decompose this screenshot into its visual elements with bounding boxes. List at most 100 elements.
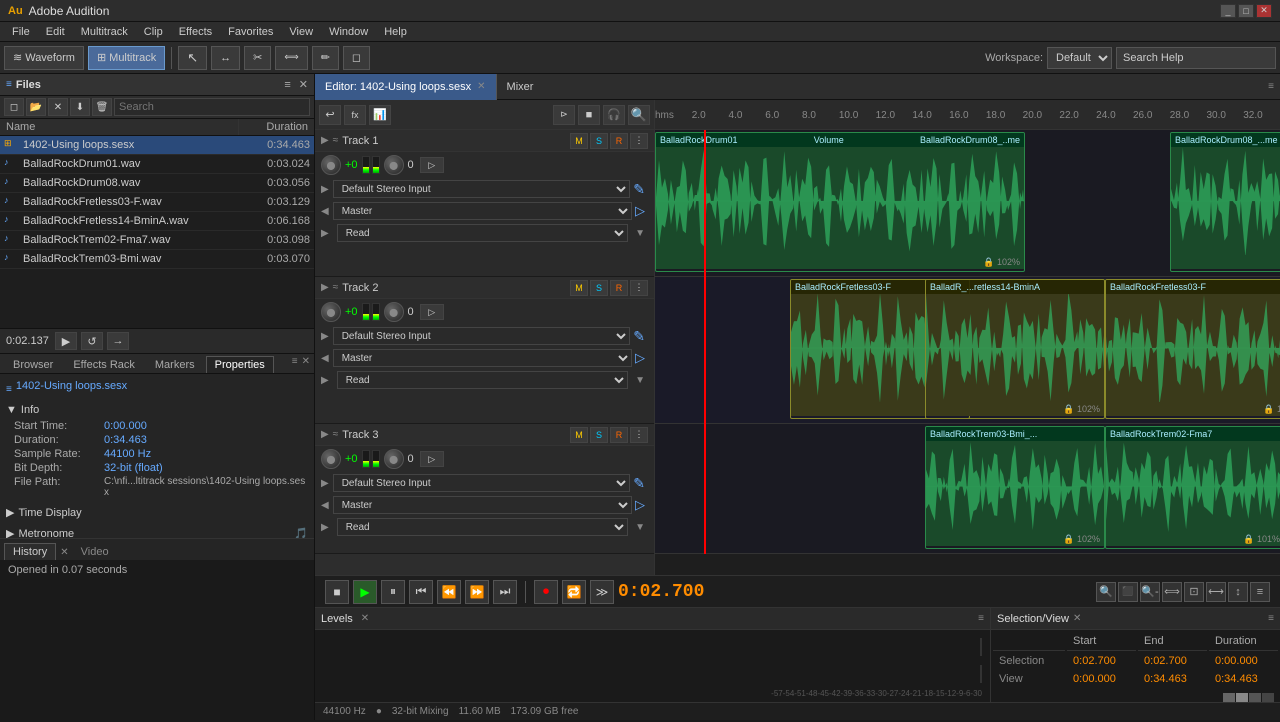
file-item[interactable]: ⊞ 1402-Using loops.sesx 0:34.463 (0, 136, 314, 155)
track-mode-dropdown-2[interactable]: ▼ (632, 375, 648, 386)
close-button[interactable]: ✕ (1256, 4, 1272, 18)
menu-help[interactable]: Help (376, 24, 415, 40)
workspace-select[interactable]: Default (1047, 47, 1112, 69)
track-arm-1[interactable]: R (610, 133, 628, 149)
levels-options[interactable]: ≡ (978, 613, 984, 624)
ruler-toggle1[interactable]: ⊳ (553, 105, 575, 125)
track-volume-knob-1[interactable]: ⬤ (321, 155, 341, 175)
sv-view-start[interactable]: 0:00.000 (1067, 671, 1136, 687)
track-pan-knob-1[interactable]: ⬤ (384, 155, 404, 175)
prop-section-info-header[interactable]: ▼ Info (6, 404, 308, 416)
menu-edit[interactable]: Edit (38, 24, 73, 40)
playback-play-btn[interactable]: ▶ (55, 332, 77, 350)
track-output-edit-3[interactable]: ▷ (632, 497, 648, 513)
clip-3-2[interactable]: BalladRockTrem02-Fma7 🔒 101% (1105, 426, 1280, 549)
tab-markers[interactable]: Markers (146, 356, 204, 373)
zoom-out-v-btn[interactable]: ↕ (1228, 582, 1248, 602)
new-file-btn[interactable]: ◻ (4, 98, 24, 116)
transport-nudge[interactable]: ≫ (590, 580, 614, 604)
track-mode-select-2[interactable]: Read (337, 371, 628, 389)
sv-close[interactable]: ✕ (1073, 613, 1081, 624)
files-panel-options[interactable]: ≡ (284, 79, 290, 91)
sv-selection-end[interactable]: 0:02.700 (1138, 653, 1207, 669)
levels-close[interactable]: ✕ (361, 613, 369, 624)
track-expand-2[interactable]: ▶ (321, 282, 329, 293)
video-tab[interactable]: Video (73, 544, 117, 560)
track-mode-select-1[interactable]: Read (337, 224, 628, 242)
track-input-select-1[interactable]: Default Stereo Input (333, 180, 631, 198)
ruler-toggle2[interactable]: ■ (578, 105, 600, 125)
open-file-btn[interactable]: 📂 (26, 98, 46, 116)
track-volume-knob-2[interactable]: ⬤ (321, 302, 341, 322)
cut-tool[interactable]: ✂ (244, 46, 271, 70)
zoom-sel-btn[interactable]: ⊡ (1184, 582, 1204, 602)
zoom-in-btn[interactable]: 🔍 (1096, 582, 1116, 602)
transport-ff[interactable]: ⏩ (465, 580, 489, 604)
track-solo-3[interactable]: S (590, 427, 608, 443)
track-pan-knob-2[interactable]: ⬤ (384, 302, 404, 322)
ruler-fx[interactable]: fx (344, 105, 366, 125)
files-search-input[interactable] (114, 98, 310, 116)
ruler-zoom-in[interactable]: 🔍 (628, 105, 650, 125)
menu-multitrack[interactable]: Multitrack (73, 24, 136, 40)
search-help-input[interactable] (1116, 47, 1276, 69)
ruler-headphone[interactable]: 🎧 (603, 105, 625, 125)
track-output-select-1[interactable]: Master (333, 202, 632, 220)
file-item[interactable]: ♪ BalladRockTrem03-Bmi.wav 0:03.070 (0, 250, 314, 269)
prop-section-time-header[interactable]: ▶ Time Display (6, 506, 308, 519)
track-output-edit-2[interactable]: ▷ (632, 350, 648, 366)
menu-view[interactable]: View (281, 24, 321, 40)
slip-tool[interactable]: ⟺ (275, 46, 307, 70)
lower-panel-close[interactable]: ✕ (302, 356, 310, 373)
transport-prev[interactable]: ⏮ (409, 580, 433, 604)
clip-2-3[interactable]: BalladRockFretless03-F 🔒 102% (1105, 279, 1280, 419)
track-expand-3[interactable]: ▶ (321, 429, 329, 440)
menu-effects[interactable]: Effects (171, 24, 220, 40)
track-output-select-3[interactable]: Master (333, 496, 632, 514)
track-input-edit-1[interactable]: ✎ (630, 181, 648, 198)
file-item[interactable]: ♪ BalladRockDrum01.wav 0:03.024 (0, 155, 314, 174)
file-item[interactable]: ♪ BalladRockTrem02-Fma7.wav 0:03.098 (0, 231, 314, 250)
zoom-tracks-btn[interactable]: ≡ (1250, 582, 1270, 602)
ruler-return[interactable]: ↩ (319, 105, 341, 125)
minimize-button[interactable]: _ (1220, 4, 1236, 18)
toolbar-multitrack[interactable]: ⊞ Multitrack (88, 46, 165, 70)
prop-section-metronome-header[interactable]: ▶ Metronome 🎵 (6, 527, 308, 538)
editor-tab-close[interactable]: ✕ (477, 81, 485, 92)
move-tool[interactable]: ↔ (211, 46, 240, 70)
track-arm-2[interactable]: R (610, 280, 628, 296)
clip-1-3[interactable]: BalladRockDrum08_...me 🔒 104% (1170, 132, 1280, 272)
sv-view-end[interactable]: 0:34.463 (1138, 671, 1207, 687)
track-mode-dropdown-1[interactable]: ▼ (632, 228, 648, 239)
transport-pause[interactable]: ⏸ (381, 580, 405, 604)
clip-2-2[interactable]: BalladR_...retless14-BminA 🔒 102% (925, 279, 1105, 419)
file-item[interactable]: ♪ BalladRockFretless03-F.wav 0:03.129 (0, 193, 314, 212)
track-mode-select-3[interactable]: Read (337, 518, 628, 536)
file-item[interactable]: ♪ BalladRockDrum08.wav 0:03.056 (0, 174, 314, 193)
track-mute-2[interactable]: M (570, 280, 588, 296)
maximize-button[interactable]: □ (1238, 4, 1254, 18)
zoom-out-btn[interactable]: 🔍- (1140, 582, 1160, 602)
menu-file[interactable]: File (4, 24, 38, 40)
sv-selection-start[interactable]: 0:02.700 (1067, 653, 1136, 669)
track-solo-1[interactable]: S (590, 133, 608, 149)
transport-rewind[interactable]: ⏪ (437, 580, 461, 604)
track-input-edit-3[interactable]: ✎ (630, 475, 648, 492)
erase-tool[interactable]: ◻ (343, 46, 370, 70)
sv-view-duration[interactable]: 0:34.463 (1209, 671, 1278, 687)
transport-loop[interactable]: 🔁 (562, 580, 586, 604)
transport-record[interactable]: ⏺ (534, 580, 558, 604)
track-output-btn-1[interactable]: ▷ (420, 157, 444, 173)
zoom-in-v-btn[interactable]: ⬛ (1118, 582, 1138, 602)
track-input-select-3[interactable]: Default Stereo Input (333, 474, 631, 492)
close-file-btn[interactable]: ✕ (48, 98, 68, 116)
mixer-tab[interactable]: Mixer (497, 74, 544, 100)
menu-clip[interactable]: Clip (136, 24, 171, 40)
track-more-2[interactable]: ⋮ (630, 280, 648, 296)
sv-options[interactable]: ≡ (1268, 613, 1274, 624)
track-input-edit-2[interactable]: ✎ (630, 328, 648, 345)
transport-play[interactable]: ▶ (353, 580, 377, 604)
editor-panel-options[interactable]: ≡ (1262, 81, 1280, 92)
tab-effects-rack[interactable]: Effects Rack (64, 356, 144, 373)
track-input-select-2[interactable]: Default Stereo Input (333, 327, 631, 345)
